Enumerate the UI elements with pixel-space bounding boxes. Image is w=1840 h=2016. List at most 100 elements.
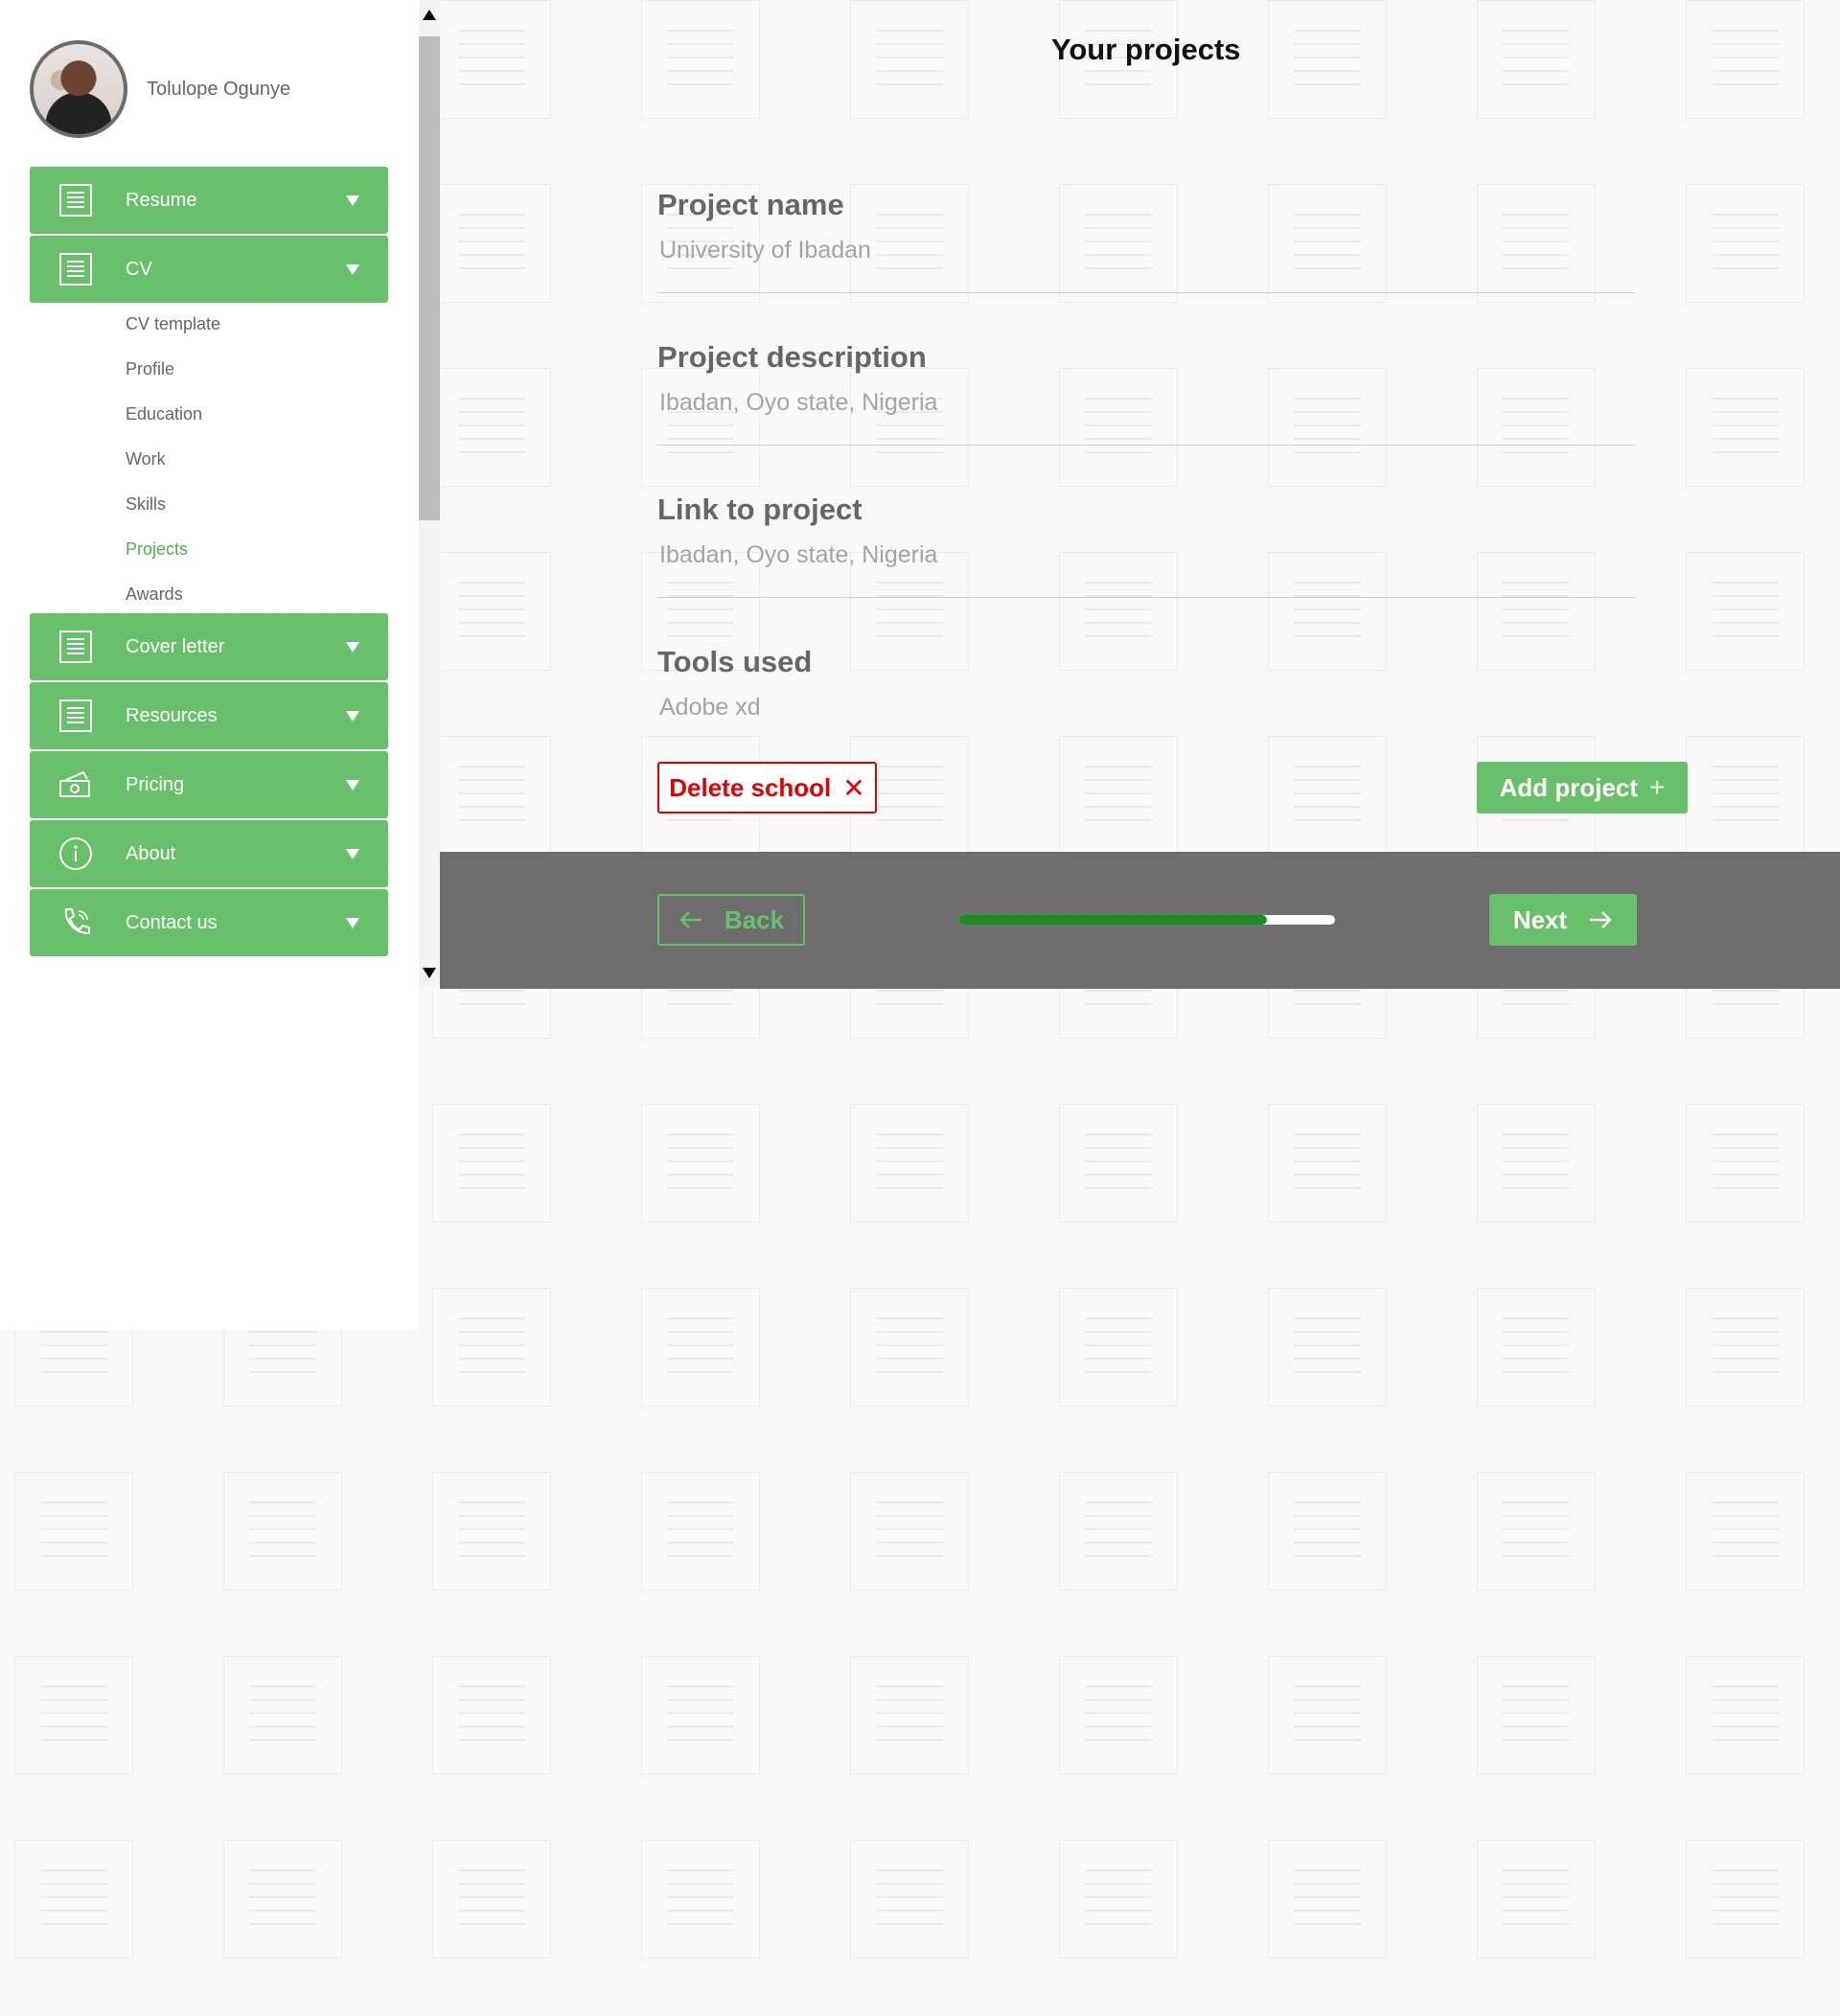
background-tile [1686,1656,1805,1775]
project-name-input[interactable]: University of Ibadan [659,237,871,264]
sidebar: Tolulope Ogunye Resume CV CV template Pr… [0,0,419,1330]
background-tile [1477,184,1596,303]
user-name: Tolulope Ogunye [147,78,291,100]
background-tile [223,1656,342,1775]
background-tile [1477,368,1596,487]
background-tile [1268,1840,1387,1959]
back-label: Back [724,905,785,934]
arrow-left-icon [679,911,702,928]
scroll-up-arrow-icon[interactable] [423,10,436,20]
background-tile [432,1472,551,1591]
background-tile [850,1472,969,1591]
nav-pricing[interactable]: Pricing [30,751,388,818]
background-tile [1268,736,1387,855]
sidebar-item-education[interactable]: Education [126,404,202,424]
tools-used-label: Tools used [657,645,813,678]
background-tile [432,368,551,487]
scroll-down-arrow-icon[interactable] [423,968,436,978]
background-tile [641,1656,760,1775]
nav-about-label: About [126,842,176,864]
background-tile [14,1656,133,1775]
background-tile [1059,1840,1178,1959]
background-tile [641,1472,760,1591]
project-name-label: Project name [657,188,844,221]
nav-contact-label: Contact us [126,911,218,933]
money-icon [59,770,90,797]
project-description-input[interactable]: Ibadan, Oyo state, Nigeria [659,389,937,417]
document-icon [59,630,92,663]
sidebar-item-skills[interactable]: Skills [126,494,166,515]
document-icon [59,184,92,217]
nav-resources[interactable]: Resources [30,682,388,749]
progress-bar [958,915,1335,925]
background-tile [1059,1288,1178,1407]
caret-down-icon [346,263,359,275]
background-tile [641,1104,760,1223]
background-tile [1268,1104,1387,1223]
background-tile [432,1288,551,1407]
project-link-input[interactable]: Ibadan, Oyo state, Nigeria [659,541,937,569]
background-tile [223,1472,342,1591]
sidebar-item-projects[interactable]: Projects [126,539,188,560]
project-name-underline [657,292,1635,293]
nav-resources-label: Resources [126,704,218,726]
nav-about[interactable]: About [30,820,388,887]
background-tile [1686,368,1805,487]
background-tile [14,1840,133,1959]
caret-down-icon [346,848,359,859]
background-tile [1268,552,1387,671]
nav-cv[interactable]: CV [30,236,388,303]
nav-contact[interactable]: Contact us [30,889,388,956]
sidebar-item-profile[interactable]: Profile [126,359,174,379]
delete-school-button[interactable]: Delete school ✕ [657,762,877,813]
caret-down-icon [346,779,359,790]
background-tile [1477,1656,1596,1775]
caret-down-icon [346,917,359,928]
background-tile [1059,1104,1178,1223]
document-icon [59,253,92,286]
background-tile [1268,184,1387,303]
caret-down-icon [346,641,359,653]
background-tile [1477,552,1596,671]
background-tile [432,1656,551,1775]
add-project-button[interactable]: Add project + [1477,762,1688,813]
background-tile [641,1840,760,1959]
background-tile [1268,0,1387,119]
next-button[interactable]: Next [1489,894,1637,946]
plus-icon: + [1649,772,1666,802]
next-label: Next [1512,905,1568,934]
background-tile [432,184,551,303]
user-profile[interactable]: Tolulope Ogunye [30,40,290,138]
nav-cover-letter[interactable]: Cover letter [30,613,388,680]
background-tile [1686,0,1805,119]
phone-icon [64,908,90,935]
progress-fill [958,915,1268,925]
background-tile [432,1840,551,1959]
background-tile [1059,184,1178,303]
background-tile [14,1472,133,1591]
background-tile [1059,368,1178,487]
background-tile [1268,368,1387,487]
nav-resume[interactable]: Resume [30,167,388,234]
background-tile [1477,1840,1596,1959]
background-tile [1686,736,1805,855]
sidebar-item-work[interactable]: Work [126,449,166,470]
background-tile [641,1288,760,1407]
background-tile [1477,1472,1596,1591]
project-description-underline [657,445,1635,446]
background-tile [850,1656,969,1775]
background-tile [1686,184,1805,303]
back-button[interactable]: Back [657,894,805,946]
background-tile [432,736,551,855]
sidebar-item-awards[interactable]: Awards [126,584,183,605]
sidebar-item-cv-template[interactable]: CV template [126,314,220,334]
scrollbar-thumb[interactable] [419,36,440,520]
avatar [30,40,127,138]
background-tile [223,1840,342,1959]
page-title: Your projects [1051,33,1241,66]
background-tile [850,1104,969,1223]
tools-used-input[interactable]: Adobe xd [659,694,761,722]
background-tile [641,368,760,487]
background-tile [1477,1288,1596,1407]
background-tile [850,368,969,487]
